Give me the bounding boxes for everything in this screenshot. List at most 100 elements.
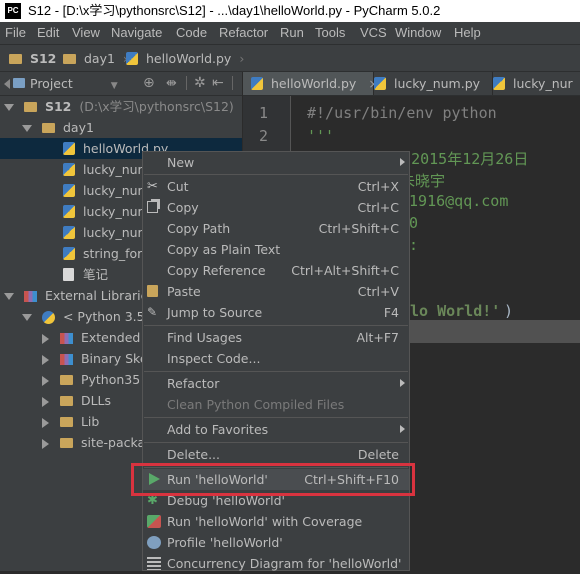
tree-item-lucky-num[interactable]: lucky_num (63, 201, 150, 222)
pycharm-logo-icon: PC (5, 3, 21, 19)
tree-item-lib[interactable]: Lib (42, 411, 99, 432)
menu-item-find-usages[interactable]: Find Usages Alt+F7 (143, 327, 409, 348)
toolbar-divider (232, 76, 233, 90)
tree-item-site-packages[interactable]: site-packa (42, 432, 145, 453)
python-file-icon (63, 226, 75, 239)
expand-arrow-icon[interactable] (42, 375, 49, 386)
menu-refactor[interactable]: Refactor (219, 22, 268, 44)
expand-arrow-icon[interactable] (42, 438, 49, 449)
menu-item-copy-path[interactable]: Copy Path Ctrl+Shift+C (143, 218, 409, 239)
context-menu: New ✂ Cut Ctrl+X Copy Ctrl+C Copy Path C… (142, 151, 410, 571)
menu-item-refactor[interactable]: Refactor (143, 373, 409, 394)
tree-item-s12[interactable]: S12 (D:\x学习\pythonsrc\S12) (4, 96, 234, 117)
menu-item-shortcut: Ctrl+Alt+Shift+C (291, 263, 399, 278)
concurrency-icon (147, 557, 161, 570)
expand-arrow-icon[interactable] (42, 354, 49, 365)
menu-item-add-to-favorites[interactable]: Add to Favorites (143, 419, 409, 440)
tree-item-extended-definitions[interactable]: Extended D (42, 327, 154, 348)
expand-arrow-icon[interactable] (4, 293, 14, 300)
menu-tools[interactable]: Tools (315, 22, 345, 44)
tree-item-lucky-num[interactable]: lucky_num (63, 222, 150, 243)
window-title-bar: PC S12 - [D:\x学习\pythonsrc\S12] - ...\da… (0, 0, 580, 22)
tree-item-label: DLLs (80, 393, 112, 408)
menu-item-copy-plain-text[interactable]: Copy as Plain Text (143, 239, 409, 260)
tree-item-string-format[interactable]: string_form (63, 243, 154, 264)
tree-item-day1[interactable]: day1 (22, 117, 94, 138)
tree-item-notes[interactable]: 笔记 (63, 264, 108, 285)
python-file-icon (63, 247, 75, 260)
menu-navigate[interactable]: Navigate (111, 22, 162, 44)
menu-run[interactable]: Run (280, 22, 304, 44)
breadcrumb-file[interactable]: helloWorld.py › (126, 45, 244, 73)
text-file-icon (63, 268, 74, 281)
menu-help[interactable]: Help (454, 22, 481, 44)
menu-code[interactable]: Code (176, 22, 207, 44)
tree-item-lucky-num[interactable]: lucky_num (63, 180, 150, 201)
tree-item-label: lucky_num (82, 183, 150, 198)
menu-edit[interactable]: Edit (37, 22, 59, 44)
tree-item-python-sdk[interactable]: < Python 3.5.0 (22, 306, 157, 327)
tree-item-label: External Libraries (44, 288, 155, 303)
tree-item-lucky-num[interactable]: lucky_num (63, 159, 150, 180)
menu-item-copy[interactable]: Copy Ctrl+C (143, 197, 409, 218)
collapse-all-icon[interactable]: ⇼ (166, 72, 177, 95)
menu-view[interactable]: View (72, 22, 100, 44)
tab-helloworld[interactable]: helloWorld.py × (243, 72, 379, 95)
tab-label: lucky_nur (512, 76, 573, 91)
tab-lucky-num-2[interactable]: lucky_nur (485, 72, 580, 95)
expand-arrow-icon[interactable] (42, 396, 49, 407)
menu-vcs[interactable]: VCS (360, 22, 387, 44)
python-file-icon (126, 52, 138, 65)
expand-arrow-icon[interactable] (22, 125, 32, 132)
menu-item-profile[interactable]: Profile 'helloWorld' (143, 532, 409, 553)
menu-file[interactable]: File (5, 22, 26, 44)
menu-item-delete[interactable]: Delete... Delete (143, 444, 409, 465)
tree-item-label: S12 (44, 99, 72, 114)
project-panel-header: Project ▼ ⊕ ⇼ ✲ ⇤ (0, 72, 242, 96)
code-string: lo World!' (410, 302, 501, 320)
tree-item-external-libraries[interactable]: External Libraries (4, 285, 155, 306)
breadcrumb-file-label: helloWorld.py (145, 51, 232, 66)
tree-item-dlls[interactable]: DLLs (42, 390, 111, 411)
menu-item-shortcut: Ctrl+Shift+C (318, 221, 399, 236)
menu-item-cut[interactable]: ✂ Cut Ctrl+X (143, 176, 409, 197)
code-line: ''' (307, 127, 335, 145)
submenu-arrow-icon (400, 158, 405, 166)
tab-label: lucky_num.py (393, 76, 481, 91)
menu-item-label: Add to Favorites (167, 422, 269, 437)
menu-item-label: Profile 'helloWorld' (167, 535, 283, 550)
tree-item-python35[interactable]: Python35 ( (42, 369, 149, 390)
menu-item-run-coverage[interactable]: Run 'helloWorld' with Coverage (143, 511, 409, 532)
menu-item-jump-to-source[interactable]: ✎ Jump to Source F4 (143, 302, 409, 323)
expand-arrow-icon[interactable] (42, 417, 49, 428)
menu-item-inspect-code[interactable]: Inspect Code... (143, 348, 409, 369)
menu-item-shortcut: Ctrl+C (357, 200, 399, 215)
expand-arrow-icon[interactable] (42, 333, 49, 344)
line-number: 1 (258, 104, 268, 122)
menu-item-new[interactable]: New (143, 152, 409, 173)
tree-item-label: Binary Ske (80, 351, 148, 366)
menu-item-shortcut: F4 (383, 305, 399, 320)
menu-separator (144, 371, 408, 372)
line-number: 2 (258, 127, 268, 145)
menu-item-copy-reference[interactable]: Copy Reference Ctrl+Alt+Shift+C (143, 260, 409, 281)
expand-arrow-icon[interactable] (4, 104, 14, 111)
menu-item-label: Paste (167, 284, 201, 299)
menu-item-shortcut: Ctrl+X (357, 179, 399, 194)
project-view-icon (13, 78, 25, 88)
sync-icon[interactable]: ⊕ (143, 72, 155, 95)
python-file-icon (251, 77, 263, 90)
menu-window[interactable]: Window (395, 22, 441, 44)
menu-item-paste[interactable]: Paste Ctrl+V (143, 281, 409, 302)
breadcrumb-project[interactable]: S12 › (9, 45, 69, 73)
panel-collapse-icon[interactable] (4, 79, 10, 89)
project-view-selector[interactable]: Project ▼ (30, 72, 118, 98)
tree-item-binary-skeletons[interactable]: Binary Ske (42, 348, 148, 369)
hide-panel-icon[interactable]: ⇤ (212, 72, 224, 95)
breadcrumb-folder[interactable]: day1 › (63, 45, 128, 73)
tree-item-label: site-packa (80, 435, 146, 450)
tab-lucky-num[interactable]: lucky_num.py × (366, 72, 503, 95)
gear-icon[interactable]: ✲ (194, 72, 206, 95)
expand-arrow-icon[interactable] (22, 314, 32, 321)
menu-item-label: Copy Path (167, 221, 231, 236)
